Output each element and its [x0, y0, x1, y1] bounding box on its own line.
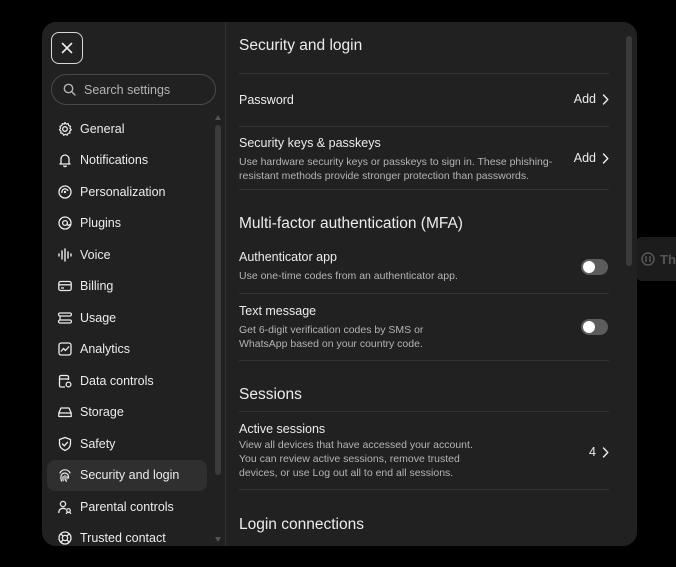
sidebar-item-label: Storage: [80, 405, 124, 420]
divider: [239, 411, 609, 412]
sidebar-item-label: Voice: [80, 247, 111, 262]
sidebar-item-label: Parental controls: [80, 499, 174, 514]
voice-waveform-icon: [57, 247, 73, 263]
active-sessions-description-line: devices, or use Log out all to end all s…: [239, 467, 454, 479]
sidebar-nav: General Notifications Personalization Pl…: [47, 113, 207, 546]
sidebar-item-label: Safety: [80, 436, 116, 451]
sidebar-item-security-and-login[interactable]: Security and login: [47, 459, 207, 491]
sidebar-item-label: Personalization: [80, 184, 166, 199]
sidebar-item-notifications[interactable]: Notifications: [47, 145, 207, 177]
sidebar-scrollbar[interactable]: [215, 115, 221, 545]
divider: [239, 189, 609, 190]
sidebar-item-safety[interactable]: Safety: [47, 428, 207, 460]
sidebar-item-label: Billing: [80, 279, 114, 294]
sidebar-item-label: General: [80, 121, 125, 136]
sidebar-item-personalization[interactable]: Personalization: [47, 176, 207, 208]
parental-icon: [57, 499, 73, 515]
sidebar-item-usage[interactable]: Usage: [47, 302, 207, 334]
toggle-knob: [583, 321, 595, 333]
settings-sidebar: General Notifications Personalization Pl…: [42, 22, 226, 546]
sidebar-item-storage[interactable]: Storage: [47, 397, 207, 429]
search-input[interactable]: [84, 82, 204, 97]
passkeys-label: Security keys & passkeys: [239, 136, 381, 150]
divider: [239, 293, 609, 294]
page-title: Security and login: [239, 37, 363, 54]
sidebar-item-label: Plugins: [80, 216, 121, 231]
password-add-button[interactable]: Add: [574, 92, 609, 106]
sidebar-item-analytics[interactable]: Analytics: [47, 334, 207, 366]
sidebar-item-label: Trusted contact: [80, 531, 166, 546]
active-sessions-count: 4: [589, 445, 596, 459]
database-icon: [57, 373, 73, 389]
mfa-section-title: Multi-factor authentication (MFA): [239, 215, 463, 232]
sidebar-item-plugins[interactable]: Plugins: [47, 208, 207, 240]
lifebuoy-icon: [57, 530, 73, 546]
background-tab-text: Th: [660, 251, 676, 267]
sidebar-item-parental-controls[interactable]: Parental controls: [47, 491, 207, 523]
text-message-label: Text message: [239, 304, 317, 318]
close-button[interactable]: [51, 32, 83, 64]
text-message-toggle[interactable]: [581, 319, 608, 335]
active-sessions-description-line: View all devices that have accessed your…: [239, 439, 473, 451]
analytics-icon: [57, 341, 73, 357]
scroll-down-arrow-icon[interactable]: [215, 537, 221, 542]
sidebar-scrollbar-thumb[interactable]: [215, 125, 221, 475]
sidebar-item-general[interactable]: General: [47, 113, 207, 145]
sidebar-item-label: Notifications: [80, 153, 149, 168]
active-sessions-description: View all devices that have accessed your…: [239, 438, 473, 480]
toggle-knob: [583, 261, 595, 273]
bell-icon: [57, 152, 73, 168]
chevron-right-icon: [602, 446, 609, 458]
sidebar-item-label: Data controls: [80, 373, 154, 388]
passkeys-add-button[interactable]: Add: [574, 151, 609, 165]
login-connections-section-title: Login connections: [239, 516, 364, 533]
passkeys-description-line: Use hardware security keys or passkeys t…: [239, 156, 553, 168]
active-sessions-label: Active sessions: [239, 422, 326, 436]
settings-content: Security and login Password Add Security…: [226, 22, 637, 546]
password-label: Password: [239, 93, 294, 107]
background-tab-chip: Th: [636, 237, 676, 281]
chevron-right-icon: [602, 93, 609, 105]
authenticator-app-description: Use one-time codes from an authenticator…: [239, 270, 458, 282]
scroll-up-arrow-icon[interactable]: [215, 115, 221, 120]
chevron-right-icon: [602, 152, 609, 164]
passkeys-description: Use hardware security keys or passkeys t…: [239, 155, 559, 183]
plugins-icon: [57, 215, 73, 231]
settings-dialog: General Notifications Personalization Pl…: [42, 22, 637, 546]
sidebar-item-trusted-contact[interactable]: Trusted contact: [47, 523, 207, 547]
personalization-icon: [57, 184, 73, 200]
divider: [239, 489, 609, 490]
sidebar-item-voice[interactable]: Voice: [47, 239, 207, 271]
sidebar-item-billing[interactable]: Billing: [47, 271, 207, 303]
gear-icon: [57, 121, 73, 137]
content-scrollbar-thumb[interactable]: [626, 36, 632, 266]
sidebar-item-label: Security and login: [80, 468, 180, 483]
logo-icon: [641, 252, 655, 266]
text-message-description-line: WhatsApp based on your country code.: [239, 338, 423, 350]
credit-card-icon: [57, 278, 73, 294]
password-add-label: Add: [573, 92, 596, 106]
sidebar-item-data-controls[interactable]: Data controls: [47, 365, 207, 397]
divider: [239, 73, 609, 74]
divider: [239, 360, 609, 361]
search-icon: [63, 83, 76, 96]
usage-icon: [57, 310, 73, 326]
text-message-description: Get 6-digit verification codes by SMS or…: [239, 323, 423, 351]
sessions-section-title: Sessions: [239, 386, 302, 403]
sidebar-item-label: Analytics: [80, 342, 131, 357]
fingerprint-icon: [57, 467, 73, 483]
text-message-description-line: Get 6-digit verification codes by SMS or: [239, 324, 424, 336]
search-settings-field[interactable]: [51, 74, 216, 105]
sidebar-item-label: Usage: [80, 310, 117, 325]
active-sessions-description-line: You can review active sessions, remove t…: [239, 453, 460, 465]
shield-check-icon: [57, 436, 73, 452]
close-icon: [61, 42, 73, 54]
passkeys-add-label: Add: [573, 151, 596, 165]
divider: [239, 126, 609, 127]
authenticator-app-toggle[interactable]: [581, 259, 608, 275]
passkeys-description-line: resistant methods provide stronger prote…: [239, 170, 530, 182]
authenticator-app-label: Authenticator app: [239, 250, 337, 264]
active-sessions-button[interactable]: 4: [589, 445, 609, 459]
storage-icon: [57, 404, 73, 420]
